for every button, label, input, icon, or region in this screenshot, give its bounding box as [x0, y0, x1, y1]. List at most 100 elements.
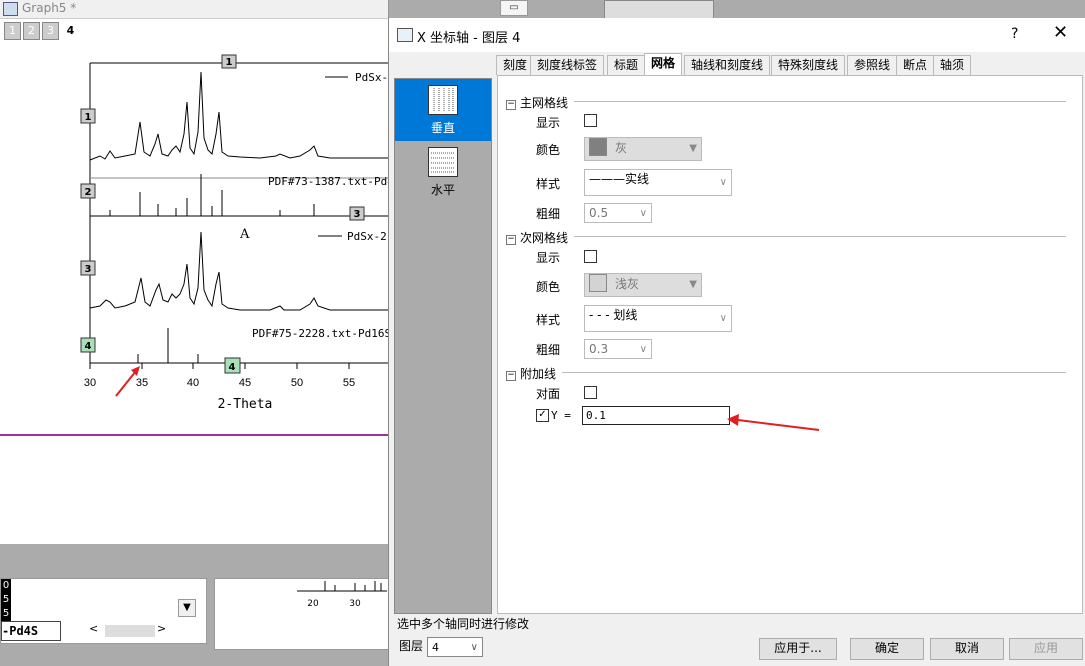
workspace-background: [0, 544, 388, 580]
major-style-label: 样式: [536, 177, 561, 191]
major-width-select[interactable]: 0.5 ∨: [584, 203, 652, 223]
ok-button[interactable]: 确定: [850, 638, 924, 660]
horizontal-grid-icon: [428, 147, 458, 177]
divider: [562, 372, 1066, 373]
graph-window[interactable]: Graph5 * ▭ 1 2 3 4 PdSx- PDF#73-1387.txt…: [0, 0, 528, 434]
y-value-input[interactable]: 0.1: [582, 406, 730, 425]
tab-tick-labels[interactable]: 刻度线标签: [530, 55, 605, 75]
scroll-left-button[interactable]: <: [89, 622, 103, 638]
minor-style-select[interactable]: - - - 划线 ∨: [584, 305, 732, 332]
graph-bottom-area: [0, 434, 388, 546]
minimize-button[interactable]: ▭: [500, 0, 528, 16]
layer-3-top-label: 3: [354, 209, 361, 220]
apply-to-button[interactable]: 应用于...: [759, 638, 837, 660]
worksheet-window[interactable]: 0 5 5 ▼ -Pd4S < >: [0, 578, 207, 644]
chevron-down-icon: ∨: [639, 208, 647, 219]
chevron-down-icon: ∨: [719, 177, 727, 188]
graph-window-title: Graph5 *: [22, 1, 77, 15]
mini-tick-label: 30: [349, 599, 361, 609]
apply-button[interactable]: 应用: [1009, 638, 1083, 660]
collapse-icon[interactable]: −: [506, 235, 516, 245]
scroll-down-button[interactable]: ▼: [178, 599, 196, 617]
layer-4-left-label: 4: [85, 341, 92, 352]
layer-1-left-label: 1: [85, 112, 92, 123]
collapse-icon[interactable]: −: [506, 371, 516, 381]
x-tick-label: 50: [291, 377, 303, 389]
x-tick-label: 30: [84, 377, 96, 389]
y-line-label: Y =: [551, 409, 571, 422]
y-line-checkbox[interactable]: ✓: [536, 409, 549, 422]
help-button[interactable]: ?: [1011, 26, 1018, 42]
cancel-button[interactable]: 取消: [930, 638, 1004, 660]
row-number: 5: [2, 608, 10, 619]
tab-rug[interactable]: 轴须: [933, 55, 972, 75]
divider: [574, 236, 1066, 237]
sidebar-item-label: 垂直: [430, 121, 455, 135]
minor-show-label: 显示: [536, 251, 561, 265]
additional-lines-header[interactable]: − 附加线: [506, 365, 556, 382]
chevron-down-icon: ▼: [689, 279, 697, 290]
opposite-label: 对面: [536, 387, 561, 401]
layer-select[interactable]: 4 ∨: [427, 637, 483, 657]
major-color-label: 颜色: [536, 143, 561, 157]
sheet-tab[interactable]: -Pd4S: [1, 621, 61, 641]
scroll-right-button[interactable]: >: [157, 622, 171, 638]
minor-width-select[interactable]: 0.3 ∨: [584, 339, 652, 359]
dialog-title: X 坐标轴 - 图层 4: [417, 31, 521, 46]
collapse-icon[interactable]: −: [506, 100, 516, 110]
major-color-select[interactable]: 灰 ▼: [584, 137, 702, 161]
layer-label: 图层: [399, 639, 424, 653]
minor-color-select[interactable]: 浅灰 ▼: [584, 273, 702, 297]
minor-grid-header[interactable]: − 次网格线: [506, 229, 568, 246]
tab-reference-lines[interactable]: 参照线: [847, 55, 898, 75]
row-number: 0: [2, 580, 10, 591]
pattern-1-line: [89, 71, 388, 161]
horizontal-scrollbar[interactable]: [105, 625, 155, 637]
close-button[interactable]: ✕: [1053, 22, 1068, 43]
pattern-3-line: [89, 231, 388, 311]
major-width-label: 粗细: [536, 207, 561, 221]
tab-breaks[interactable]: 断点: [896, 55, 935, 75]
major-grid-header[interactable]: − 主网格线: [506, 94, 568, 111]
x-axis-dialog[interactable]: X 坐标轴 - 图层 4 ? ✕ 刻度 刻度线标签 标题 网格 轴线和刻度线 特…: [388, 18, 1085, 666]
chevron-down-icon: ∨: [719, 313, 727, 324]
color-swatch: [589, 274, 607, 292]
status-hint: 选中多个轴同时进行修改: [397, 617, 530, 631]
tab-special-ticks[interactable]: 特殊刻度线: [771, 55, 846, 75]
minor-width-label: 粗细: [536, 343, 561, 357]
chevron-down-icon: ∨: [639, 344, 647, 355]
minor-color-label: 颜色: [536, 280, 561, 294]
row-number: 5: [2, 594, 10, 605]
legend-4-text: PDF#75-2228.txt-Pd16S: [252, 327, 388, 340]
mini-tick-label: 20: [307, 599, 319, 609]
dialog-titlebar[interactable]: X 坐标轴 - 图层 4 ? ✕: [389, 18, 1085, 52]
vertical-grid-icon: [428, 85, 458, 115]
tab-line-ticks[interactable]: 轴线和刻度线: [684, 55, 771, 75]
sidebar-item-vertical[interactable]: 垂直: [395, 79, 491, 141]
layer-1-top-label: 1: [226, 57, 233, 68]
chevron-down-icon: ∨: [470, 642, 478, 653]
x-axis-ticks: [89, 363, 350, 369]
color-swatch: [589, 138, 607, 156]
annotation-text: A: [239, 227, 250, 242]
tab-scale[interactable]: 刻度: [496, 55, 535, 75]
layer-3-left-label: 3: [85, 264, 92, 275]
sidebar-item-horizontal[interactable]: 水平: [395, 141, 491, 203]
tab-grid[interactable]: 网格: [644, 53, 683, 75]
mini-plot: 20 30: [297, 581, 387, 609]
major-style-select[interactable]: ———实线 ∨: [584, 169, 732, 196]
xrd-plot: PdSx- PDF#73-1387.txt-Pd4 PdSx-2 PDF#75-…: [80, 54, 388, 412]
sidebar-item-label: 水平: [430, 183, 455, 197]
layer-4-bottom-label: 4: [229, 362, 236, 373]
x-tick-label: 55: [343, 377, 355, 389]
major-show-checkbox[interactable]: [584, 114, 597, 127]
minor-show-checkbox[interactable]: [584, 250, 597, 263]
tab-title[interactable]: 标题: [607, 55, 646, 75]
opposite-checkbox[interactable]: [584, 386, 597, 399]
direction-sidebar: 垂直 水平: [394, 78, 492, 614]
second-graph-window[interactable]: 20 30: [214, 578, 390, 650]
x-tick-label: 35: [136, 377, 148, 389]
row-header: 0 5 5: [1, 579, 11, 621]
dialog-app-icon: [397, 28, 413, 42]
graph-titlebar[interactable]: Graph5 * ▭: [0, 0, 528, 19]
